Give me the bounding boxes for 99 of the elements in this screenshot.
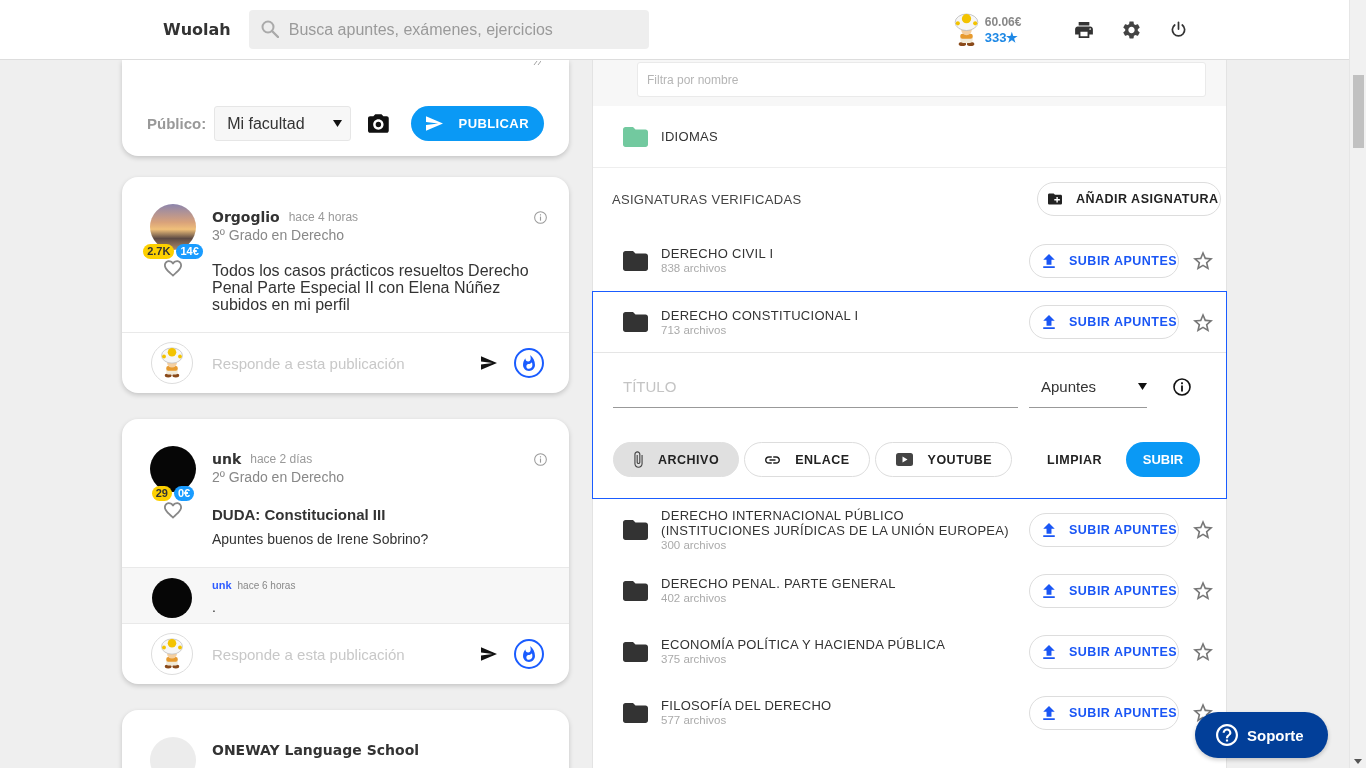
subject-name[interactable]: DERECHO PENAL. PARTE GENERAL (661, 576, 896, 591)
file-count: 713 archivos (661, 322, 727, 337)
post-title: DUDA: Constitucional III (212, 506, 387, 524)
scrollbar[interactable] (1349, 0, 1366, 768)
heart-icon[interactable] (164, 260, 182, 277)
points-badge: 29 (151, 486, 172, 501)
mushroom-figure-icon[interactable] (953, 13, 979, 46)
fire-button[interactable] (514, 639, 544, 669)
file-count: 577 archivos (661, 713, 727, 727)
upload-icon (1043, 522, 1055, 537)
file-count: 300 archivos (661, 538, 727, 552)
fire-button[interactable] (514, 348, 544, 378)
info-icon[interactable] (1173, 377, 1191, 396)
printer-icon[interactable] (1075, 21, 1094, 38)
search-field[interactable]: Busca apuntes, exámenes, ejercicios (248, 10, 649, 49)
folder-name[interactable]: IDIOMAS (661, 129, 718, 144)
audience-label: Público: (147, 115, 207, 132)
author-name[interactable]: ONEWAY Language School (212, 742, 420, 758)
settings-icon[interactable] (1123, 20, 1141, 39)
upload-notes-button[interactable]: SUBIR APUNTES (1029, 512, 1179, 547)
source-option-button[interactable]: ARCHIVO (613, 442, 740, 477)
mushroom-avatar-icon (151, 633, 193, 675)
upload-icon (1043, 315, 1055, 329)
upload-notes-button[interactable]: SUBIR APUNTES (1029, 573, 1179, 608)
author-name[interactable]: Orgoglio (212, 209, 280, 225)
balance-text: 60.06€ (984, 13, 1022, 30)
help-icon (1216, 724, 1238, 746)
power-icon[interactable] (1170, 21, 1188, 38)
subject-name[interactable]: ECONOMÍA POLÍTICA Y HACIENDA PÚBLICA (661, 637, 946, 652)
file-count: 838 archivos (661, 261, 727, 275)
source-option-button[interactable]: YOUTUBE (874, 442, 1013, 477)
source-option-button[interactable]: ENLACE (744, 442, 870, 477)
folder-icon[interactable] (623, 312, 648, 332)
type-select[interactable]: Apuntes (1029, 365, 1147, 408)
upload-notes-button[interactable]: SUBIR APUNTES (1029, 695, 1179, 730)
money-badge: 14€ (176, 244, 203, 259)
star-icon[interactable] (1193, 520, 1213, 539)
camera-icon[interactable] (367, 114, 389, 133)
upload-icon (1043, 705, 1055, 720)
folder-icon[interactable] (623, 250, 648, 271)
comment-author[interactable]: unk (212, 579, 232, 591)
comment-time: hace 6 horas (237, 580, 296, 591)
audience-select[interactable]: Mi facultad (214, 106, 351, 141)
logo-text[interactable]: Wuolah (163, 20, 231, 39)
video-play-icon (895, 453, 913, 466)
upload-icon (1043, 253, 1055, 268)
paperclip-icon (634, 451, 643, 468)
comment-text: . (212, 598, 216, 616)
subject-name[interactable]: FILOSOFÍA DEL DERECHO (661, 698, 832, 713)
photo-placeholder[interactable] (152, 578, 192, 618)
upload-icon (1043, 644, 1055, 659)
section-title: ASIGNATURAS VERIFICADAS (612, 191, 802, 207)
post-time: hace 4 horas (288, 210, 359, 224)
subject-name[interactable]: DERECHO CIVIL I (661, 246, 774, 261)
file-count: 375 archivos (661, 652, 727, 666)
post-text: Apuntes buenos de Irene Sobrino? (212, 530, 430, 548)
resize-grip-icon[interactable] (533, 60, 541, 65)
scrollbar-thumb[interactable] (1352, 75, 1364, 148)
flame-icon (523, 646, 535, 662)
support-button[interactable]: Soporte (1195, 712, 1328, 758)
file-count: 402 archivos (661, 591, 727, 605)
add-folder-icon (1048, 193, 1062, 205)
star-icon[interactable] (1193, 642, 1213, 661)
title-field[interactable]: TÍTULO (613, 365, 1018, 408)
upload-notes-button[interactable]: SUBIR APUNTES (1029, 634, 1179, 669)
course-text: 3º Grado en Derecho (212, 226, 345, 244)
star-icon[interactable] (1193, 581, 1213, 600)
subject-name[interactable]: DERECHO CONSTITUCIONAL I (661, 307, 859, 323)
mushroom-avatar-icon (151, 342, 193, 384)
points-text: 333★ (984, 29, 1020, 46)
folder-icon[interactable] (623, 702, 648, 723)
upload-notes-button[interactable]: SUBIR APUNTES (1029, 305, 1179, 339)
flame-icon (523, 355, 535, 371)
scroll-down-arrow-icon[interactable] (1354, 759, 1362, 764)
money-badge: 0€ (174, 486, 195, 501)
folder-icon[interactable] (623, 641, 648, 662)
send-icon[interactable] (481, 356, 497, 370)
folder-icon[interactable] (623, 519, 648, 540)
clear-button[interactable]: LIMPIAR (1035, 442, 1114, 477)
points-badge: 2.7K (143, 244, 175, 259)
post-time: hace 2 días (250, 452, 313, 466)
send-icon (425, 116, 443, 131)
caret-icon (332, 120, 342, 127)
add-subject-button[interactable]: AÑADIR ASIGNATURA (1037, 182, 1221, 216)
caret-icon (1138, 382, 1147, 390)
subject-name[interactable]: DERECHO INTERNACIONAL PÚBLICO (INSTITUCIONES JURÍDICAS DE LA UNIÓN EUROPEA) (661, 507, 1013, 538)
send-icon[interactable] (481, 647, 497, 661)
author-name[interactable]: unk (212, 451, 242, 467)
star-icon[interactable] (1193, 312, 1213, 332)
upload-icon (1043, 583, 1055, 598)
search-icon (260, 20, 279, 38)
star-icon[interactable] (1193, 251, 1213, 270)
folder-icon[interactable] (623, 580, 648, 601)
post-text: Todos los casos prácticos resueltos Derecho Penal Parte Especial II con Elena Núñez subidos en mi perfil (212, 262, 530, 313)
filter-field[interactable]: Filtra por nombre (637, 62, 1206, 97)
link-icon (765, 455, 781, 464)
course-text: 2º Grado en Derecho (212, 468, 345, 486)
upload-notes-button[interactable]: SUBIR APUNTES (1029, 243, 1179, 278)
heart-icon[interactable] (164, 502, 182, 519)
